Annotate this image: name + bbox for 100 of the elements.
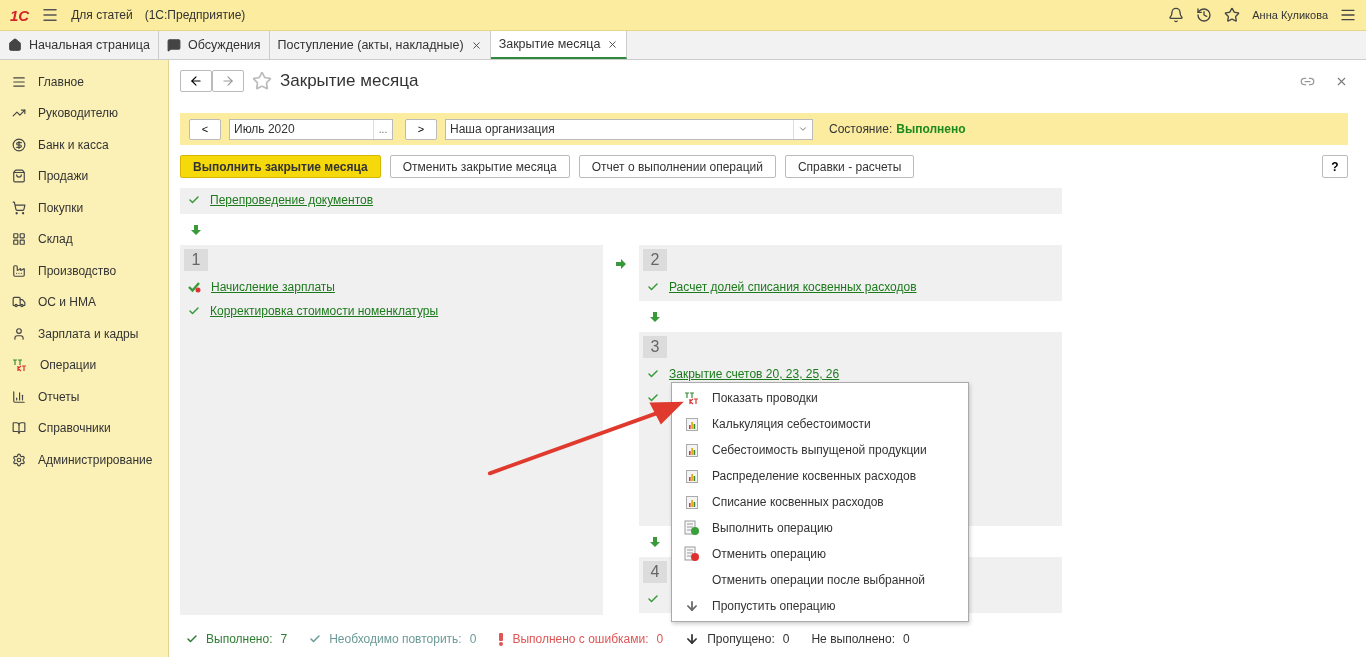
status-count: 7 — [280, 632, 288, 646]
operation-link[interactable]: Перепроведение документов — [210, 193, 374, 207]
operation-link[interactable]: Корректировка стоимости номенклатуры — [210, 304, 439, 318]
sidebar-item[interactable]: Склад — [0, 223, 168, 255]
help-button[interactable]: ? — [1322, 155, 1348, 178]
settings-icon — [12, 452, 26, 467]
menu-item[interactable]: Пропустить операцию — [712, 599, 836, 613]
check-icon — [188, 281, 201, 293]
left-arrow-icon — [189, 74, 203, 88]
sidebar-item[interactable]: Главное — [0, 66, 168, 98]
close-icon[interactable] — [470, 39, 482, 51]
status-label: Выполнено: — [206, 632, 273, 646]
star-icon[interactable] — [1224, 7, 1241, 23]
sidebar-item[interactable]: Операции — [0, 349, 168, 381]
sidebar-item[interactable]: Руководителю — [0, 97, 168, 129]
stage-number: 1 — [184, 249, 208, 271]
stage-number: 2 — [643, 249, 667, 271]
star-icon[interactable] — [252, 71, 272, 91]
sidebar-item[interactable]: Отчеты — [0, 381, 168, 413]
operation-link[interactable]: Расчет долей списания косвенных расходов — [669, 280, 917, 294]
menu-icon[interactable] — [41, 6, 60, 24]
book-icon — [12, 421, 26, 436]
stage-number: 4 — [643, 561, 667, 583]
status-label: Не выполнено: — [811, 632, 895, 646]
status-count: 0 — [656, 632, 664, 646]
document-cancel-icon — [684, 546, 700, 562]
report-icon — [686, 443, 698, 457]
down-arrow-icon — [191, 224, 201, 235]
menu-icon[interactable] — [1340, 7, 1356, 23]
operation-link[interactable]: Закрытие счетов 20, 23, 25, 26 — [669, 367, 840, 381]
sidebar-item[interactable]: Зарплата и кадры — [0, 318, 168, 350]
right-arrow-icon — [221, 74, 235, 88]
menu-item[interactable]: Распределение косвенных расходов — [712, 469, 916, 483]
state-label: Состояние: — [829, 122, 893, 136]
sidebar-item[interactable]: Производство — [0, 255, 168, 287]
sidebar-item[interactable]: Продажи — [0, 160, 168, 192]
right-arrow-icon — [616, 259, 626, 269]
check-icon — [647, 392, 659, 404]
check-icon — [309, 633, 322, 645]
next-period-button[interactable]: > — [405, 118, 437, 140]
cart-icon — [12, 200, 26, 215]
sidebar-item[interactable]: ОС и НМА — [0, 286, 168, 318]
bar-chart-icon — [12, 389, 26, 404]
menu-item[interactable]: Калькуляция себестоимости — [712, 417, 871, 431]
action-button[interactable]: Отчет о выполнении операций — [578, 155, 776, 178]
report-icon — [686, 469, 698, 483]
check-icon — [188, 305, 200, 317]
organization-field[interactable]: Наша организация — [445, 118, 813, 140]
action-button[interactable]: Выполнить закрытие месяца — [180, 155, 381, 178]
check-icon — [186, 633, 198, 645]
user-name[interactable]: Анна Куликова — [1252, 9, 1328, 21]
status-count: 0 — [782, 632, 790, 646]
stage-number: 3 — [643, 336, 667, 358]
report-icon — [686, 417, 698, 431]
down-arrow-icon — [685, 599, 699, 613]
menu-item[interactable]: Списание косвенных расходов — [712, 495, 884, 509]
sidebar-item[interactable]: Справочники — [0, 412, 168, 444]
grid-icon — [12, 232, 26, 247]
truck-icon — [12, 295, 26, 310]
check-icon — [188, 194, 200, 206]
window-title: Для статей — [71, 8, 133, 22]
history-icon[interactable] — [1196, 7, 1213, 23]
app-logo: 1С — [10, 6, 30, 24]
document-run-icon — [684, 520, 700, 536]
factory-icon — [12, 263, 26, 278]
sidebar-item[interactable]: Покупки — [0, 192, 168, 224]
check-icon — [647, 368, 659, 380]
form-title: Закрытие месяца — [280, 71, 419, 91]
operation-link[interactable]: Начисление зарплаты — [211, 280, 335, 294]
menu-item[interactable]: Себестоимость выпущеной продукции — [712, 443, 927, 457]
sidebar-item[interactable]: Администрирование — [0, 444, 168, 476]
sidebar-item[interactable]: Банк и касса — [0, 129, 168, 161]
action-button[interactable]: Справки - расчеты — [784, 155, 915, 178]
tab[interactable]: Закрытие месяца — [490, 31, 628, 59]
dropdown-icon — [798, 124, 808, 134]
menu-item[interactable]: Выполнить операцию — [712, 521, 833, 535]
period-field[interactable]: Июль 2020 ... — [229, 118, 393, 140]
chat-icon — [166, 38, 181, 52]
previous-period-button[interactable]: < — [189, 118, 221, 140]
status-count: 0 — [469, 632, 477, 646]
exclamation-icon — [498, 632, 505, 646]
bell-icon[interactable] — [1168, 7, 1185, 23]
menu-item[interactable]: Отменить операции после выбранной — [712, 573, 925, 587]
status-label: Выполнено с ошибками: — [512, 632, 649, 646]
close-icon[interactable] — [607, 38, 619, 50]
menu-item[interactable]: Показать проводки — [712, 391, 818, 405]
state-value: Выполнено — [896, 122, 966, 136]
check-icon — [647, 281, 659, 293]
down-arrow-icon — [650, 536, 660, 547]
debit-credit-icon — [684, 391, 700, 405]
action-button[interactable]: Отменить закрытие месяца — [389, 155, 570, 178]
back-button[interactable] — [180, 70, 212, 92]
debit-credit-icon — [12, 358, 28, 373]
bag-icon — [12, 169, 26, 184]
list-icon — [12, 74, 26, 89]
status-label: Необходимо повторить: — [329, 632, 462, 646]
status-label: Пропущено: — [707, 632, 775, 646]
coin-icon — [12, 137, 26, 152]
down-arrow-icon — [650, 311, 660, 322]
menu-item[interactable]: Отменить операцию — [712, 547, 826, 561]
